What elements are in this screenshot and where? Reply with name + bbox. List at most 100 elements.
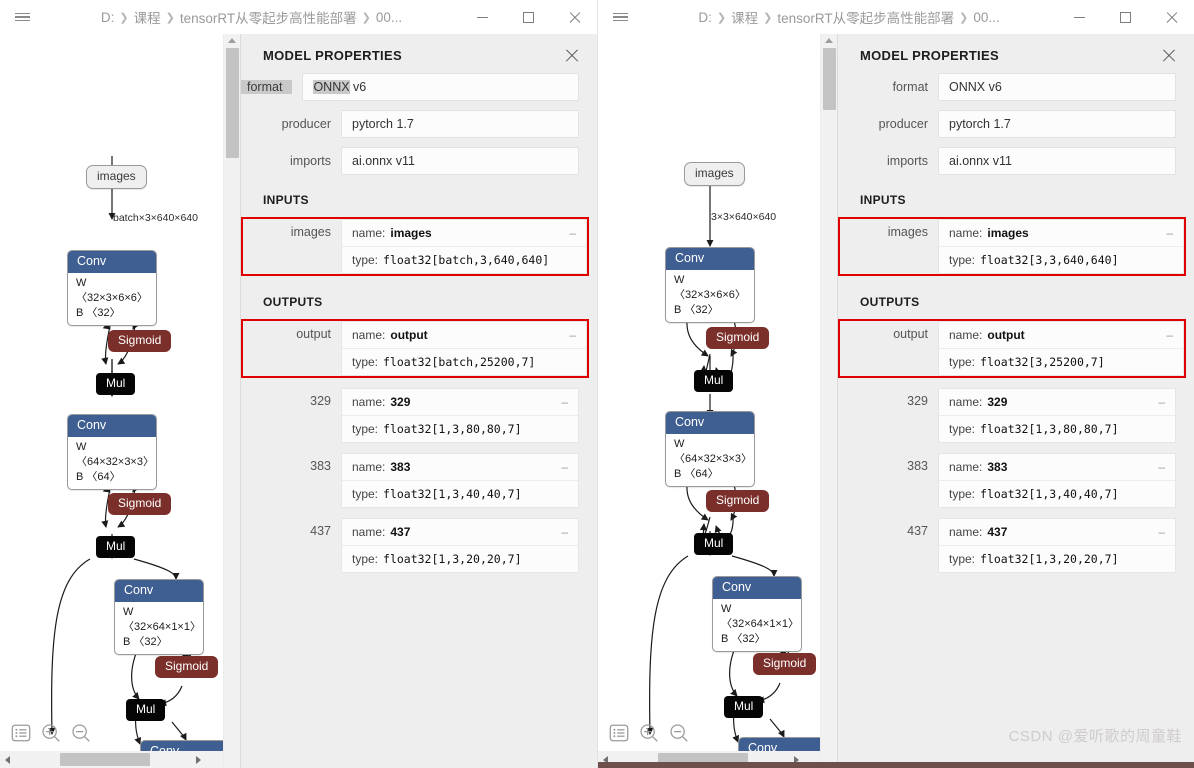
graph-canvas-left[interactable]: images batch×3×640×640 Conv W 〈32×3×6×6〉…: [0, 34, 223, 768]
node-attr-w: W 〈32×64×1×1〉: [123, 606, 201, 633]
minimize-button[interactable]: [459, 0, 505, 34]
graph-node-conv-2[interactable]: Conv W 〈64×32×3×3〉 B 〈64〉: [67, 414, 157, 490]
property-value[interactable]: ai.onnx v11: [341, 147, 579, 175]
argument-name-value: images: [390, 226, 432, 240]
graph-node-mul-3[interactable]: Mul: [126, 699, 166, 721]
breadcrumb-segment-3[interactable]: 00...: [973, 10, 999, 25]
vertical-scroll-thumb[interactable]: [823, 48, 836, 110]
argument-name-line[interactable]: name: images –: [342, 220, 586, 246]
watermark: CSDN @爱听歌的周童鞋: [1008, 728, 1182, 745]
graph-node-mul-3[interactable]: Mul: [724, 696, 764, 718]
close-button[interactable]: [551, 0, 597, 34]
collapse-icon[interactable]: –: [1158, 460, 1165, 474]
breadcrumb-segment-1[interactable]: 课程: [731, 7, 758, 27]
collapse-icon[interactable]: –: [561, 460, 568, 474]
graph-node-sigmoid-1[interactable]: Sigmoid: [706, 327, 770, 349]
close-icon[interactable]: [565, 49, 579, 63]
graph-input-node[interactable]: images: [684, 162, 745, 186]
vertical-scroll-thumb[interactable]: [226, 48, 239, 158]
horizontal-scroll-thumb[interactable]: [60, 753, 150, 766]
breadcrumb-segment-2[interactable]: tensorRT从零起步高性能部署: [180, 7, 357, 27]
collapse-icon[interactable]: –: [569, 328, 576, 342]
graph-node-sigmoid-2[interactable]: Sigmoid: [706, 490, 770, 512]
scroll-left-arrow-icon[interactable]: [5, 755, 10, 764]
graph-node-conv-3[interactable]: Conv W 〈32×64×1×1〉 B 〈32〉: [114, 579, 204, 655]
collapse-icon[interactable]: –: [561, 525, 568, 539]
vertical-scrollbar-right[interactable]: [820, 34, 837, 768]
titlebar-left: D: ❯ 课程 ❯ tensorRT从零起步高性能部署 ❯ 00...: [0, 0, 597, 34]
list-icon[interactable]: [10, 722, 32, 744]
argument-name-line[interactable]: name: output –: [342, 322, 586, 348]
argument-type-line: type: float32[1,3,40,40,7]: [342, 480, 578, 507]
graph-node-conv-1[interactable]: Conv W 〈32×3×6×6〉 B 〈32〉: [67, 250, 157, 326]
argument-name-line[interactable]: name: output –: [939, 322, 1183, 348]
property-value[interactable]: ONNX v6: [302, 73, 579, 101]
breadcrumb-segment-2[interactable]: tensorRT从零起步高性能部署: [777, 7, 954, 27]
graph-node-sigmoid-2[interactable]: Sigmoid: [108, 493, 172, 515]
scroll-right-arrow-icon[interactable]: [196, 755, 201, 764]
zoom-in-icon[interactable]: [638, 722, 660, 744]
argument-name-line[interactable]: name: 383 –: [342, 454, 578, 480]
graph-node-sigmoid-3[interactable]: Sigmoid: [155, 656, 219, 678]
scroll-up-arrow-icon[interactable]: [825, 38, 833, 43]
collapse-icon[interactable]: –: [561, 395, 568, 409]
hamburger-icon[interactable]: [598, 0, 642, 34]
horizontal-scrollbar-left[interactable]: [0, 751, 223, 768]
chevron-right-icon: ❯: [165, 11, 175, 24]
breadcrumb-segment-3[interactable]: 00...: [376, 10, 402, 25]
list-icon[interactable]: [608, 722, 630, 744]
property-value[interactable]: pytorch 1.7: [938, 110, 1176, 138]
collapse-icon[interactable]: –: [1158, 525, 1165, 539]
close-icon[interactable]: [1162, 49, 1176, 63]
graph-node-mul-1[interactable]: Mul: [96, 373, 136, 395]
argument-name-line[interactable]: name: 437 –: [939, 519, 1175, 545]
vertical-scrollbar-left[interactable]: [223, 34, 240, 768]
graph-canvas-right[interactable]: images 3×3×640×640 Conv W 〈32×3×6×6〉 B 〈…: [598, 34, 820, 768]
property-value[interactable]: pytorch 1.7: [341, 110, 579, 138]
property-row-format: format ONNX v6: [241, 73, 579, 101]
collapse-icon[interactable]: –: [1158, 395, 1165, 409]
maximize-button[interactable]: [505, 0, 551, 34]
close-button[interactable]: [1148, 0, 1194, 34]
argument-name-line[interactable]: name: 437 –: [342, 519, 578, 545]
edge-label-input: batch×3×640×640: [113, 212, 198, 224]
node-type-label: Conv: [115, 580, 203, 602]
graph-node-conv-1[interactable]: Conv W 〈32×3×6×6〉 B 〈32〉: [665, 247, 755, 323]
maximize-button[interactable]: [1102, 0, 1148, 34]
argument-name-line[interactable]: name: 329 –: [939, 389, 1175, 415]
zoom-out-icon[interactable]: [70, 722, 92, 744]
breadcrumb-segment-drive[interactable]: D:: [698, 10, 712, 25]
argument-type-value: float32[3,25200,7]: [980, 355, 1105, 369]
output-row-437: 437 name: 437 – type: float32[1,3,20,20,…: [838, 518, 1176, 573]
section-title-inputs: INPUTS: [263, 193, 309, 207]
argument-name-value: output: [390, 328, 428, 342]
graph-node-sigmoid-3[interactable]: Sigmoid: [753, 653, 817, 675]
graph-node-sigmoid-1[interactable]: Sigmoid: [108, 330, 172, 352]
graph-input-node[interactable]: images: [86, 165, 147, 189]
output-row-437: 437 name: 437 – type: float32[1,3,20,20,…: [241, 518, 579, 573]
graph-node-conv-2[interactable]: Conv W 〈64×32×3×3〉 B 〈64〉: [665, 411, 755, 487]
zoom-out-icon[interactable]: [668, 722, 690, 744]
hamburger-icon[interactable]: [0, 0, 44, 34]
breadcrumb-segment-1[interactable]: 课程: [134, 7, 161, 27]
window-body-right: images 3×3×640×640 Conv W 〈32×3×6×6〉 B 〈…: [598, 34, 1194, 768]
argument-id: 437: [310, 524, 331, 538]
graph-node-mul-2[interactable]: Mul: [96, 536, 136, 558]
property-value[interactable]: ai.onnx v11: [938, 147, 1176, 175]
argument-name-line[interactable]: name: 383 –: [939, 454, 1175, 480]
collapse-icon[interactable]: –: [1166, 328, 1173, 342]
scroll-up-arrow-icon[interactable]: [228, 38, 236, 43]
graph-node-mul-1[interactable]: Mul: [694, 370, 734, 392]
graph-node-conv-3[interactable]: Conv W 〈32×64×1×1〉 B 〈32〉: [712, 576, 802, 652]
property-label: imports: [290, 154, 331, 168]
collapse-icon[interactable]: –: [1166, 226, 1173, 240]
zoom-in-icon[interactable]: [40, 722, 62, 744]
argument-name-line[interactable]: name: images –: [939, 220, 1183, 246]
property-label: imports: [887, 154, 928, 168]
minimize-button[interactable]: [1056, 0, 1102, 34]
argument-name-line[interactable]: name: 329 –: [342, 389, 578, 415]
graph-node-mul-2[interactable]: Mul: [694, 533, 734, 555]
breadcrumb-segment-drive[interactable]: D:: [101, 10, 115, 25]
collapse-icon[interactable]: –: [569, 226, 576, 240]
property-value[interactable]: ONNX v6: [938, 73, 1176, 101]
